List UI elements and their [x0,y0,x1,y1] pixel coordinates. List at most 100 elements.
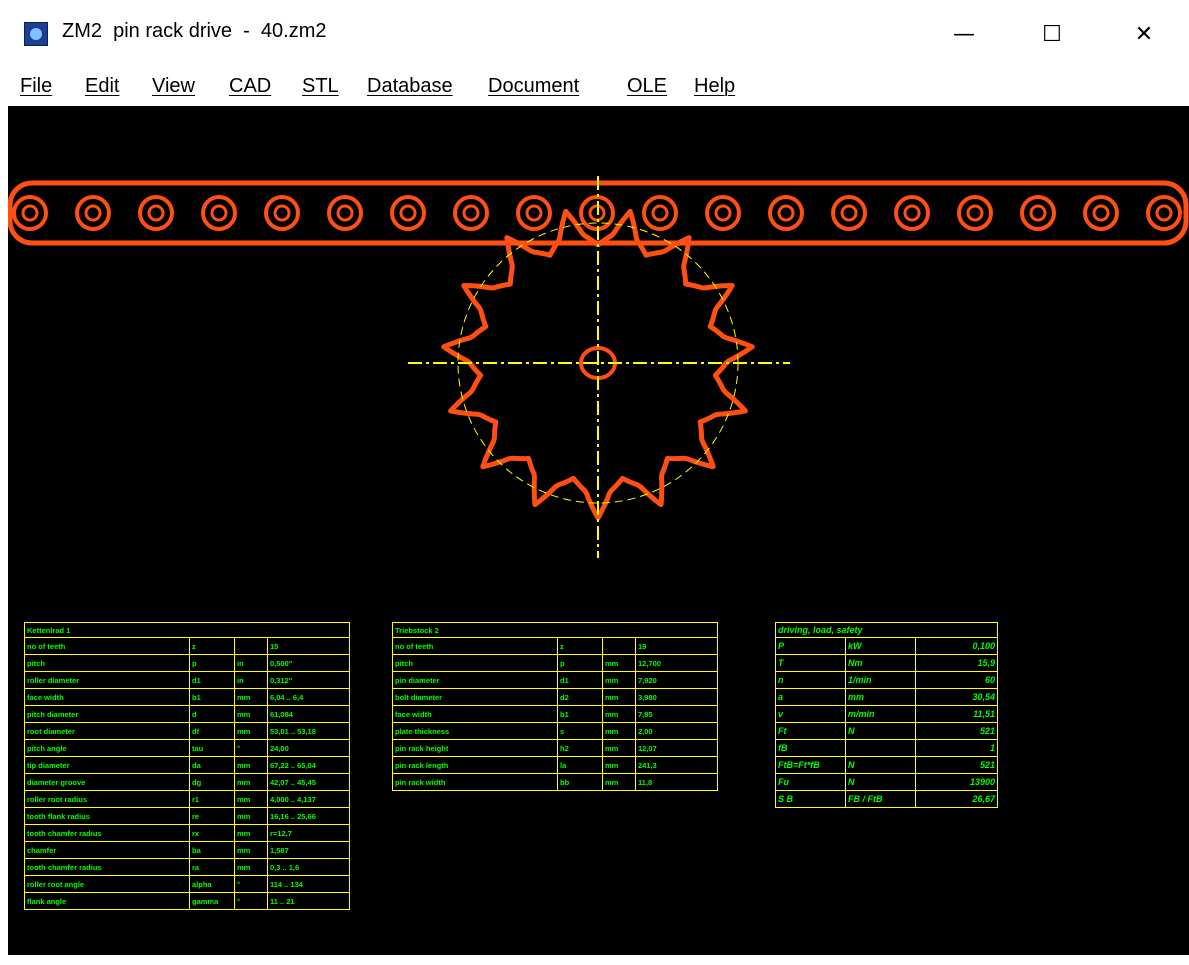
rack-pin-outer [516,195,552,231]
load-table-cell: a [775,688,846,706]
sprocket-table-cell: dg [189,773,235,791]
rack-pin-bolt [840,204,858,222]
sprocket-table-cell: mm [234,858,268,876]
title-bar: ZM2 pin rack drive - 40.zm2 — ☐ ✕ [0,0,1189,70]
sprocket-table-cell: da [189,756,235,774]
menu-view[interactable]: View [152,75,195,98]
pinrack-table-cell: 11,8 [634,773,719,791]
sprocket-table-cell: p [189,654,235,672]
rack-pin-bolt [21,204,39,222]
sprocket-table-cell: 53,01 .. 53,18 [266,722,351,740]
rack-pin-bolt [273,204,291,222]
sprocket-table-cell: flank angle [24,892,190,910]
cad-canvas[interactable]: Kettenlrad 1 no of teeth z 15 pitch p in 0,500"… [8,106,1189,955]
sprocket-table-row: pitch angle tau ° 24,00 [24,739,351,757]
sprocket-table-cell: r1 [189,790,235,808]
menu-ole[interactable]: OLE [627,75,667,98]
rack-pin-bolt [1155,204,1173,222]
rack-pin-outer [75,195,111,231]
sprocket-table-row: tooth chamfer radius ra mm 0,3 .. 1,6 [24,858,351,876]
sprocket-table-cell: in [234,654,268,672]
load-table-cell: mm [845,688,916,706]
rack-pin-outer [201,195,237,231]
sprocket-table-row: pitch p in 0,500" [24,654,351,672]
menu-file[interactable]: File [20,75,52,98]
sprocket-table-cell: roller root radius [24,790,190,808]
load-safety-table: driving, load, safety PkW 0,100 T Nm 15,9 n 1/m… [775,622,998,808]
window-title: ZM2 pin rack drive - 40.zm2 [62,20,327,42]
pinrack-table-cell: face width [392,705,558,723]
sprocket-table-row: roller root angle alpha ° 114 .. 134 [24,875,351,893]
pinrack-table-cell: b1 [557,705,603,723]
rack-pin-outer [12,195,48,231]
rack-pin-outer [894,195,930,231]
pinrack-table-cell: 241,3 [634,756,719,774]
load-table-cell: v [775,705,846,723]
window-border [0,106,8,955]
sprocket-table-cell: 0,500" [266,654,351,672]
sprocket-data-table: Kettenlrad 1 no of teeth z 15 pitch p in 0,500"… [23,622,351,910]
load-table-row: n 1/min 60 [775,671,998,689]
sprocket-table-cell: df [189,722,235,740]
rack-pin-bolt [903,204,921,222]
menu-edit[interactable]: Edit [85,75,119,98]
load-table-row: fB 1 [775,739,998,757]
sprocket-table-cell: tooth chamfer radius [24,824,190,842]
sprocket-table-cell: 4,000 .. 4,137 [266,790,351,808]
pinrack-table-cell: s [557,722,603,740]
sprocket-table-cell: no of teeth [24,637,190,655]
sprocket-table-cell: 6,04 .. 6,4 [266,688,351,706]
pinrack-table-row: pin rack length la mm 241,3 [392,756,719,774]
close-button[interactable]: ✕ [1122,12,1166,56]
sprocket-table-row: root diameter df mm 53,01 .. 53,18 [24,722,351,740]
app-icon[interactable] [24,22,48,46]
sprocket-table-cell: ° [234,875,268,893]
sprocket-table-cell: diameter groove [24,773,190,791]
menu-cad[interactable]: CAD [229,75,271,98]
pinrack-table-cell: mm [602,705,636,723]
sprocket-table-cell: 11 .. 21 [266,892,351,910]
menu-stl[interactable]: STL [302,75,339,98]
rack-pin-outer [705,195,741,231]
sprocket-table-cell: tooth flank radius [24,807,190,825]
pinrack-table-cell: h2 [557,739,603,757]
load-table-cell: fB [775,739,846,757]
pinrack-table-cell: mm [602,739,636,757]
pinrack-table-row: plate thickness s mm 2,00 [392,722,719,740]
rack-pin-bolt [777,204,795,222]
sprocket-table-cell: 24,00 [266,739,351,757]
menu-document[interactable]: Document [488,75,579,98]
load-table-row: S B FB / FtB 26,67 [775,790,998,808]
sprocket-table-cell: 0,3 .. 1,6 [266,858,351,876]
sprocket-table-cell: r=12,7 [266,824,351,842]
load-table-cell: S B [775,790,846,808]
sprocket-table-cell: pitch [24,654,190,672]
pinrack-table-cell: 12,700 [634,654,719,672]
menu-database[interactable]: Database [367,75,453,98]
pinrack-table-cell: d1 [557,671,603,689]
load-table-cell: Ft [775,722,846,740]
sprocket-table-cell [234,637,268,655]
pinrack-table-row: no of teeth z 19 [392,637,719,655]
pinrack-table-cell: 7,85 [634,705,719,723]
load-table-row: Ft N 521 [775,722,998,740]
load-table-cell [845,739,916,757]
load-table-cell: 0,100 [915,637,998,655]
sprocket-table-cell: mm [234,722,268,740]
sprocket-table-row: flank angle gamma ° 11 .. 21 [24,892,351,910]
sprocket-table-row: face width b1 mm 6,04 .. 6,4 [24,688,351,706]
pinrack-table-row: bolt diameter d2 mm 3,980 [392,688,719,706]
rack-pin-bolt [1092,204,1110,222]
menu-help[interactable]: Help [694,75,735,98]
sprocket-table-cell: d1 [189,671,235,689]
sprocket-table-cell: 15 [266,637,351,655]
minimize-button[interactable]: — [942,12,986,56]
menu-bar: File Edit View CAD STL Database Document… [0,70,1189,106]
load-table-cell: 11,51 [915,705,998,723]
window-border-bottom [0,955,1189,965]
sprocket-table-cell: chamfer [24,841,190,859]
maximize-button[interactable]: ☐ [1030,12,1074,56]
sprocket-table-cell: 67,22 .. 65,04 [266,756,351,774]
sprocket-table-cell: 61,084 [266,705,351,723]
pinrack-table-cell [602,637,636,655]
